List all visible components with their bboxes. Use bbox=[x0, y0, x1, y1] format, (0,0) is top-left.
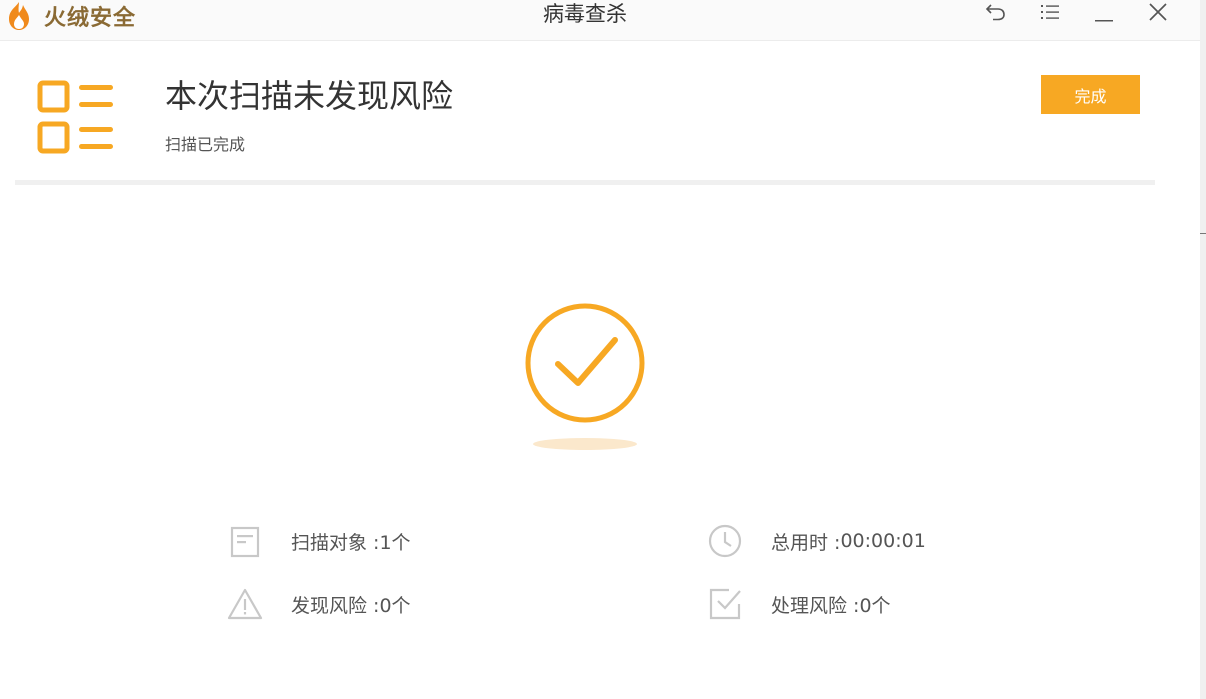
document-icon bbox=[227, 523, 263, 559]
stat-found-risks: 发现风险 : 0个 bbox=[227, 584, 411, 624]
minimize-button[interactable] bbox=[1089, 0, 1119, 28]
time-value: 00:00:01 bbox=[840, 530, 926, 552]
menu-list-icon bbox=[1039, 2, 1061, 26]
scanned-label: 扫描对象 : bbox=[291, 531, 380, 554]
report-list-icon bbox=[37, 80, 117, 160]
found-label: 发现风险 : bbox=[291, 594, 380, 617]
scanned-value: 1个 bbox=[379, 531, 411, 554]
minimize-icon bbox=[1093, 2, 1115, 26]
back-button[interactable] bbox=[981, 0, 1011, 28]
scan-result-title: 本次扫描未发现风险 bbox=[165, 77, 454, 115]
window-edge-mark bbox=[1200, 233, 1206, 234]
back-arrow-icon bbox=[985, 2, 1007, 26]
checkbox-icon bbox=[707, 586, 743, 622]
window-edge bbox=[1200, 0, 1206, 699]
stat-scanned-objects: 扫描对象 : 1个 bbox=[227, 521, 411, 561]
stat-handled-risks: 处理风险 : 0个 bbox=[707, 584, 891, 624]
stat-total-time: 总用时 : 00:00:01 bbox=[707, 521, 926, 561]
header-divider bbox=[15, 180, 1155, 185]
done-button[interactable]: 完成 bbox=[1041, 75, 1140, 114]
warning-icon bbox=[227, 586, 263, 622]
menu-button[interactable] bbox=[1035, 0, 1065, 28]
check-circle-icon bbox=[518, 297, 652, 459]
time-label: 总用时 : bbox=[771, 531, 841, 554]
handled-label: 处理风险 : bbox=[771, 594, 860, 617]
clock-icon bbox=[707, 523, 743, 559]
found-value: 0个 bbox=[379, 594, 411, 617]
title-bar: 火绒安全 病毒查杀 bbox=[0, 0, 1200, 41]
handled-value: 0个 bbox=[859, 594, 891, 617]
virus-scan-window: 火绒安全 病毒查杀 本次扫描未发现风险 扫描已完成 完成 扫描对象: 1个 总… bbox=[0, 0, 1200, 699]
close-button[interactable] bbox=[1143, 0, 1173, 28]
close-icon bbox=[1147, 1, 1169, 27]
scan-status-text: 扫描已完成 bbox=[165, 135, 246, 154]
